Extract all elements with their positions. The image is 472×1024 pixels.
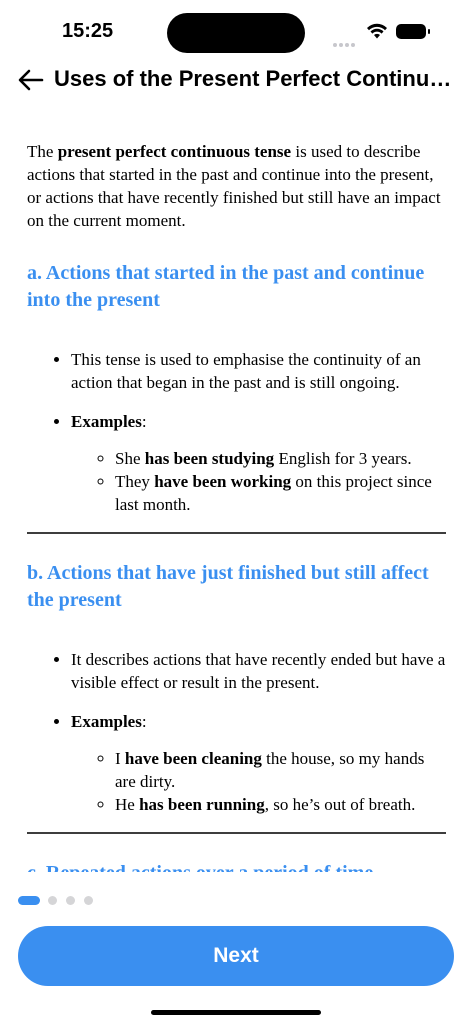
example-item: He has been running, so he’s out of brea… bbox=[115, 793, 446, 816]
list-item: Examples: I have been cleaning the house… bbox=[71, 710, 446, 816]
status-bar: 15:25 bbox=[0, 0, 472, 64]
status-time: 15:25 bbox=[62, 20, 114, 42]
example-item: She has been studying English for 3 year… bbox=[115, 447, 446, 470]
page-dot bbox=[84, 896, 93, 905]
section-heading: a. Actions that started in the past and … bbox=[27, 262, 425, 311]
section-c: c. Repeated actions over a period of tim… bbox=[27, 834, 446, 872]
list-item: It describes actions that have recently … bbox=[71, 648, 446, 694]
section-heading: c. Repeated actions over a period of tim… bbox=[27, 860, 446, 872]
home-indicator bbox=[151, 1010, 321, 1015]
list-item: Examples: She has been studying English … bbox=[71, 410, 446, 516]
article: The present perfect continuous tense is … bbox=[0, 140, 472, 872]
example-item: They have been working on this project s… bbox=[115, 470, 446, 516]
battery-icon bbox=[396, 24, 430, 39]
list-item: This tense is used to emphasise the cont… bbox=[71, 348, 446, 394]
section-b: b. Actions that have just finished but s… bbox=[27, 534, 446, 834]
section-a: a. Actions that started in the past and … bbox=[27, 232, 446, 534]
dynamic-island bbox=[167, 13, 305, 53]
article-scroll[interactable]: The present perfect continuous tense is … bbox=[0, 128, 472, 872]
nav-header: Uses of the Present Perfect Continuo... bbox=[0, 60, 472, 100]
page-title: Uses of the Present Perfect Continuo... bbox=[54, 66, 454, 91]
intro-bold: present perfect continuous tense bbox=[57, 142, 292, 161]
example-item: I have been cleaning the house, so my ha… bbox=[115, 747, 446, 793]
intro-paragraph: The present perfect continuous tense is … bbox=[27, 142, 441, 230]
wifi-icon bbox=[367, 23, 387, 39]
page-dot-active bbox=[18, 896, 40, 905]
page-dot bbox=[66, 896, 75, 905]
section-heading: b. Actions that have just finished but s… bbox=[27, 562, 429, 611]
next-button[interactable]: Next bbox=[18, 926, 454, 986]
arrow-left-icon[interactable] bbox=[18, 68, 44, 92]
page-dot bbox=[48, 896, 57, 905]
signal-icon bbox=[333, 34, 357, 52]
